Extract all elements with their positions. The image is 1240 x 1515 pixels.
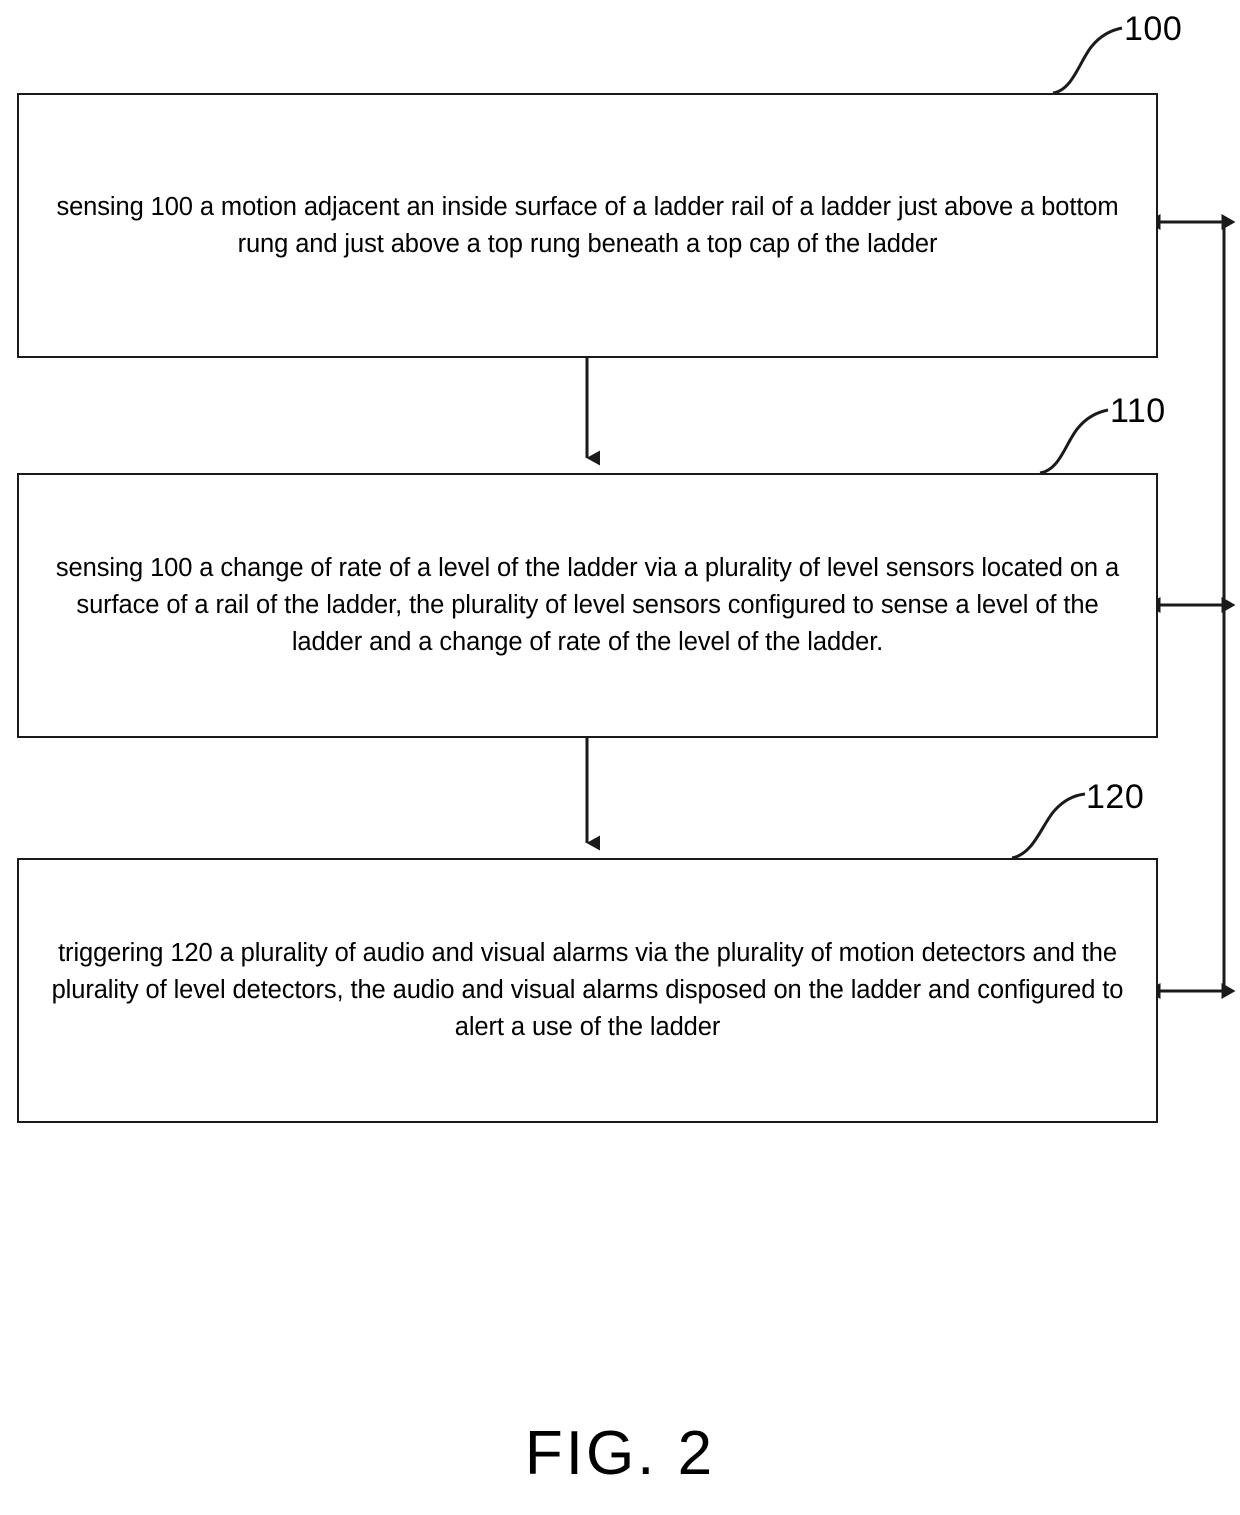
process-box-step-120-text: triggering 120 a plurality of audio and … [51, 939, 1124, 1041]
leader-line-ref-100 [1052, 26, 1123, 95]
process-box-step-100: sensing 100 a motion adjacent an inside … [17, 93, 1158, 358]
process-box-step-100-text: sensing 100 a motion adjacent an inside … [56, 192, 1119, 258]
process-box-step-110: sensing 100 a change of rate of a level … [17, 473, 1158, 738]
reference-numeral-120: 120 [1086, 778, 1145, 816]
leader-line-ref-110 [1039, 408, 1109, 475]
figure-caption: FIG. 2 [524, 1419, 716, 1488]
reference-numeral-100: 100 [1124, 10, 1183, 48]
reference-numeral-110: 110 [1110, 392, 1166, 430]
process-box-step-120: triggering 120 a plurality of audio and … [17, 858, 1158, 1123]
patent-figure: sensing 100 a motion adjacent an inside … [0, 0, 1240, 1515]
process-box-step-110-text: sensing 100 a change of rate of a level … [55, 554, 1120, 656]
leader-line-ref-120 [1011, 792, 1086, 860]
